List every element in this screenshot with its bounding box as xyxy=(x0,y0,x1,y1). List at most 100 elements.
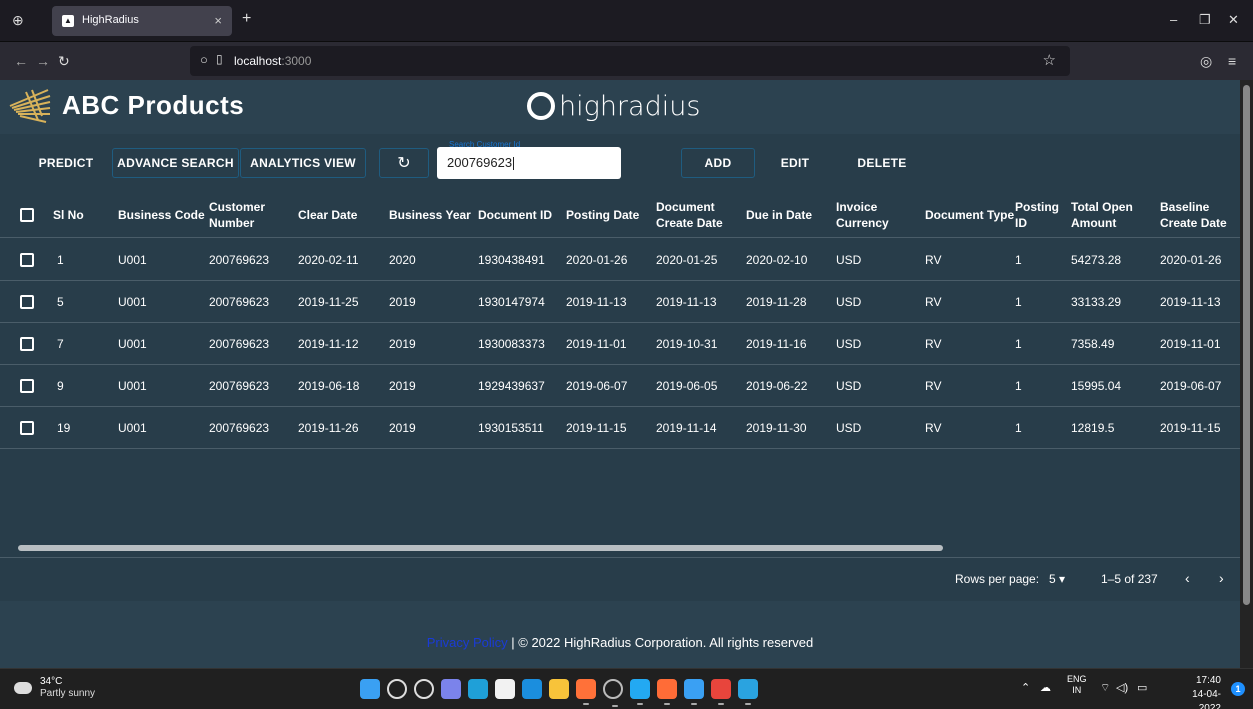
app-icon[interactable] xyxy=(684,679,704,705)
weather-icon[interactable] xyxy=(14,682,32,694)
rows-per-page-select[interactable]: 5 ▾ xyxy=(1049,572,1065,586)
add-button[interactable]: ADD xyxy=(681,148,755,178)
windows-start-icon[interactable] xyxy=(360,679,380,699)
volume-icon[interactable]: ◁) xyxy=(1116,681,1128,694)
pocket-icon[interactable]: ◎ xyxy=(1200,53,1212,70)
horizontal-scrollbar-thumb[interactable] xyxy=(18,545,943,551)
globe-icon[interactable]: ⊕ xyxy=(12,13,26,27)
postman-icon[interactable] xyxy=(657,679,677,705)
table-row[interactable]: 5 U001 200769623 2019-11-25 2019 1930147974 20… xyxy=(0,281,1240,323)
row-checkbox[interactable] xyxy=(20,253,34,267)
edit-button[interactable]: EDIT xyxy=(757,148,833,178)
column-header[interactable]: Total Open Amount xyxy=(1071,192,1157,238)
column-header[interactable]: Due in Date xyxy=(746,192,834,238)
reload-icon[interactable]: ↻ xyxy=(58,53,70,70)
settings-icon[interactable] xyxy=(603,679,623,707)
minimize-icon[interactable]: – xyxy=(1170,12,1177,27)
table-cell: 7358.49 xyxy=(1071,337,1115,351)
search-input-value[interactable]: 200769623 xyxy=(447,155,515,171)
next-page-icon[interactable]: › xyxy=(1219,570,1224,586)
close-icon[interactable]: × xyxy=(214,13,222,28)
column-header[interactable]: Document Create Date xyxy=(656,192,744,238)
language-indicator[interactable]: ENG IN xyxy=(1067,674,1087,696)
tracking-shield-icon[interactable]: ○ xyxy=(200,52,208,67)
url-bar[interactable]: ○ ▯ localhost:3000 ☆ xyxy=(190,46,1070,76)
row-checkbox[interactable] xyxy=(20,295,34,309)
bookmark-star-icon[interactable]: ☆ xyxy=(1043,51,1056,69)
vscode-icon[interactable] xyxy=(630,679,650,705)
column-header[interactable]: Clear Date xyxy=(298,192,386,238)
search-icon[interactable] xyxy=(387,679,407,699)
column-header[interactable]: Document ID xyxy=(478,192,564,238)
back-icon[interactable]: ← xyxy=(14,53,28,69)
file-explorer-icon[interactable] xyxy=(549,679,569,699)
teams-chat-icon[interactable] xyxy=(441,679,461,699)
table-cell: RV xyxy=(925,421,942,435)
tray-chevron-icon[interactable]: ⌃ xyxy=(1021,681,1030,694)
table-row[interactable]: 19 U001 200769623 2019-11-26 2019 1930153511 2… xyxy=(0,407,1240,449)
prev-page-icon[interactable]: ‹ xyxy=(1185,570,1190,586)
restore-icon[interactable]: ❐ xyxy=(1199,12,1211,28)
telegram-icon[interactable] xyxy=(738,679,758,705)
table-cell: 1 xyxy=(1015,421,1022,435)
wifi-icon[interactable]: ⌔ xyxy=(1100,681,1110,695)
forward-icon[interactable]: → xyxy=(36,53,50,69)
abc-logo-icon xyxy=(9,89,51,123)
row-checkbox[interactable] xyxy=(20,337,34,351)
refresh-icon: ↻ xyxy=(397,155,411,172)
table-row[interactable]: 9 U001 200769623 2019-06-18 2019 1929439637 20… xyxy=(0,365,1240,407)
chrome-icon[interactable] xyxy=(711,679,731,705)
vertical-scrollbar-thumb[interactable] xyxy=(1243,85,1250,605)
new-tab-icon[interactable]: + xyxy=(242,10,251,28)
refresh-button[interactable]: ↻ xyxy=(379,148,429,178)
menu-icon[interactable]: ≡ xyxy=(1228,53,1236,69)
privacy-policy-link[interactable]: Privacy Policy xyxy=(427,635,508,650)
select-all-checkbox[interactable] xyxy=(20,208,34,222)
onedrive-icon[interactable]: ☁ xyxy=(1040,681,1051,694)
column-header[interactable]: Posting Date xyxy=(566,192,654,238)
search-customer-input[interactable]: Search Customer Id 200769623 xyxy=(437,140,621,179)
battery-icon[interactable]: ▭ xyxy=(1137,681,1147,694)
pagination: Rows per page: 5 ▾ 1–5 of 237 ‹ › xyxy=(0,557,1240,601)
column-header[interactable]: Business Code xyxy=(118,192,206,238)
brand-title: ABC Products xyxy=(62,90,245,120)
footer-text: Privacy Policy | © 2022 HighRadius Corpo… xyxy=(0,635,1240,650)
store-icon[interactable] xyxy=(495,679,515,699)
row-checkbox[interactable] xyxy=(20,421,34,435)
notification-icon[interactable]: 1 xyxy=(1231,682,1245,696)
column-header[interactable]: Business Year xyxy=(389,192,477,238)
advance-search-button[interactable]: ADVANCE SEARCH xyxy=(112,148,239,178)
column-header[interactable]: Posting ID xyxy=(1015,192,1069,238)
window-close-icon[interactable]: ✕ xyxy=(1228,12,1239,28)
table-cell: USD xyxy=(836,421,862,435)
column-header[interactable]: Invoice Currency xyxy=(836,192,922,238)
table-row[interactable]: 7 U001 200769623 2019-11-12 2019 1930083373 20… xyxy=(0,323,1240,365)
mail-icon[interactable] xyxy=(522,679,542,699)
table-row[interactable]: 1 U001 200769623 2020-02-11 2020 1930438491 20… xyxy=(0,239,1240,281)
column-header[interactable]: Customer Number xyxy=(209,192,291,238)
table-cell: 1929439637 xyxy=(478,379,545,393)
delete-button[interactable]: DELETE xyxy=(835,148,929,178)
column-header[interactable]: Baseline Create Date xyxy=(1160,192,1240,238)
page-info-icon[interactable]: ▯ xyxy=(216,52,223,66)
task-view-icon[interactable] xyxy=(414,679,434,699)
weather-description[interactable]: Partly sunny xyxy=(40,688,95,699)
vertical-scrollbar[interactable] xyxy=(1240,80,1253,668)
table-cell: USD xyxy=(836,295,862,309)
browser-tab[interactable]: ▲ HighRadius × xyxy=(52,6,232,36)
predict-button[interactable]: PREDICT xyxy=(22,148,110,178)
url-text[interactable]: localhost:3000 xyxy=(234,54,311,68)
analytics-view-button[interactable]: ANALYTICS VIEW xyxy=(240,148,366,178)
highradius-logo: highradius xyxy=(527,88,700,124)
row-checkbox[interactable] xyxy=(20,379,34,393)
weather-temperature[interactable]: 34°C xyxy=(40,676,62,687)
firefox-icon[interactable] xyxy=(576,679,596,705)
table-cell: 1930153511 xyxy=(478,421,544,435)
edge-icon[interactable] xyxy=(468,679,488,699)
column-header[interactable]: Sl No xyxy=(53,192,108,238)
table-cell: 200769623 xyxy=(209,379,270,393)
column-header[interactable]: Document Type xyxy=(925,192,1015,238)
footer: Privacy Policy | © 2022 HighRadius Corpo… xyxy=(0,601,1240,668)
table-cell: 200769623 xyxy=(209,337,270,351)
clock[interactable]: 17:40 14-04-2022 xyxy=(1181,674,1221,709)
